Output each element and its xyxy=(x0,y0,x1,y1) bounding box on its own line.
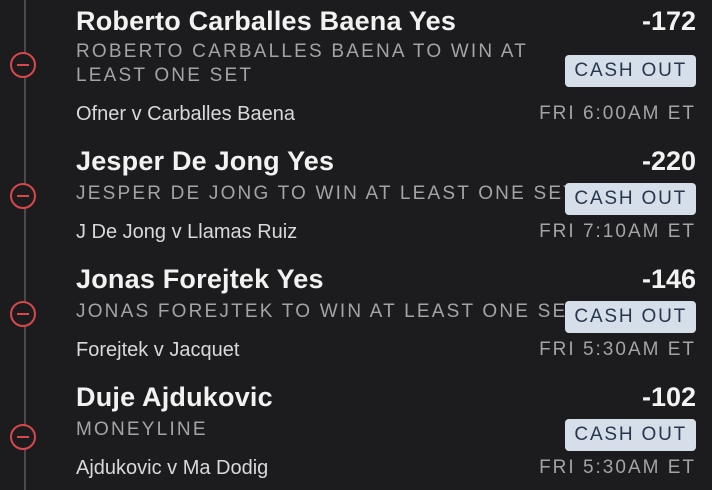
leg-market-description: MONEYLINE xyxy=(76,419,208,440)
leg-market-description: JESPER DE JONG TO WIN AT LEAST ONE SET xyxy=(76,183,577,204)
cash-out-button[interactable]: CASH OUT xyxy=(565,419,696,451)
bet-slip-legs: Roberto Carballes Baena Yes -172 ROBERTO… xyxy=(0,0,712,490)
leg-selection-title: Jonas Forejtek Yes xyxy=(76,264,324,294)
leg-odds: -172 xyxy=(641,6,696,36)
leg-event-name: J De Jong v Llamas Ruiz xyxy=(76,221,298,243)
leg-event-time: FRI 6:00AM ET xyxy=(539,103,696,124)
leg-event-name: Ajdukovic v Ma Dodig xyxy=(76,457,269,479)
cash-out-button[interactable]: CASH OUT xyxy=(565,183,696,215)
leg-event-time: FRI 5:30AM ET xyxy=(539,457,696,478)
minus-circle-icon[interactable] xyxy=(10,52,36,78)
leg-event-time: FRI 7:10AM ET xyxy=(539,221,696,242)
leg-event-name: Forejtek v Jacquet xyxy=(76,339,240,361)
minus-circle-icon[interactable] xyxy=(10,424,36,450)
leg-selection-title: Roberto Carballes Baena Yes xyxy=(76,6,457,36)
leg-odds: -102 xyxy=(641,382,696,412)
cash-out-button[interactable]: CASH OUT xyxy=(565,55,696,87)
leg-odds: -220 xyxy=(641,146,696,176)
leg-market-description: ROBERTO CARBALLES BAENA TO WIN AT LEAST … xyxy=(76,41,528,86)
leg-event-time: FRI 5:30AM ET xyxy=(539,339,696,360)
leg-event-name: Ofner v Carballes Baena xyxy=(76,103,296,125)
minus-circle-icon[interactable] xyxy=(10,301,36,327)
cash-out-button[interactable]: CASH OUT xyxy=(565,301,696,333)
leg-odds: -146 xyxy=(641,264,696,294)
leg-selection-title: Duje Ajdukovic xyxy=(76,382,273,412)
leg-market-description: JONAS FOREJTEK TO WIN AT LEAST ONE SET xyxy=(76,301,582,322)
minus-circle-icon[interactable] xyxy=(10,183,36,209)
leg-selection-title: Jesper De Jong Yes xyxy=(76,146,335,176)
